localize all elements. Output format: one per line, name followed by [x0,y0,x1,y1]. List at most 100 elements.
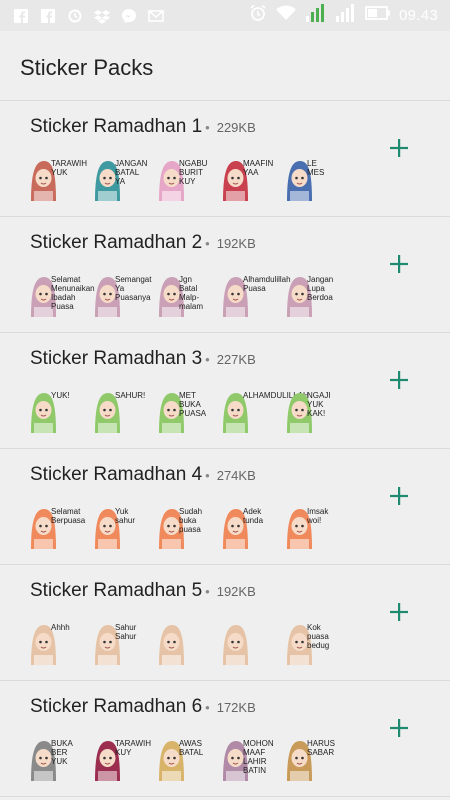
separator-dot: • [205,352,210,367]
plus-icon [390,371,408,389]
pack-size: 172KB [216,700,256,715]
sticker-caption: MET BUKA PUASA [179,391,207,418]
pack-name: Sticker Ramadhan 2 [30,232,203,253]
sticker-thumbnail: Sudah buka puasa [153,501,203,551]
sticker-caption: LE MES [307,159,325,177]
facebook-icon [39,7,57,25]
facebook-icon [12,7,30,25]
sticker-thumbnail: MOHON MAAF LAHIR BATIN [217,733,274,783]
sticker-caption: AWAS BATAL [179,739,204,757]
signal-icon [305,3,327,28]
sticker-caption: Kok puasa bedug [307,623,330,650]
sticker-caption: YUK! [51,391,70,400]
sticker-caption: Alhamdulillah Puasa [243,275,291,293]
sticker-thumbnail: AWAS BATAL [153,733,203,783]
sticker-caption: Sudah buka puasa [179,507,203,534]
sticker-pack-list: Sticker Ramadhan 1 • 229KB TARAWIH YUK JANGA… [0,100,450,797]
sticker-preview-strip: YUK! SAHUR! MET BUKA PUASA ALHAMDULILLAH NGA… [25,385,331,435]
sticker-thumbnail: Sahur Sahur [89,617,139,667]
add-pack-button[interactable] [388,137,410,159]
alarm-icon [249,4,267,27]
signal-icon [335,3,357,28]
pack-name: Sticker Ramadhan 4 [30,464,203,485]
sticker-thumbnail: LE MES [281,153,331,203]
pack-name: Sticker Ramadhan 6 [30,696,203,717]
sticker-preview-strip: Selamat Berpuasa Yuk sahur Sudah buka puas… [25,501,331,551]
separator-dot: • [205,468,210,483]
sticker-thumbnail: NGAJI YUK KAK! [281,385,331,435]
sticker-caption: TARAWIH KUY [115,739,151,757]
sticker-caption: Semangat Ya Puasanya [115,275,152,302]
sticker-thumbnail [217,617,267,667]
plus-icon [390,719,408,737]
sticker-caption: NGABU BURIT KUY [179,159,208,186]
sticker-pack-row[interactable]: Sticker Ramadhan 6 • 172KB BUKA BER YUK TARA… [0,681,450,797]
sticker-caption: Ahhh [51,623,70,632]
sticker-caption: Selamat Menunaikan Ibadah Puasa [51,275,95,311]
sticker-thumbnail: TARAWIH KUY [89,733,151,783]
sticker-caption: Selamat Berpuasa [51,507,86,525]
wifi-icon [275,4,297,27]
sticker-caption: Imsak woi! [307,507,329,525]
sticker-preview-strip: Ahhh Sahur Sahur Kok puasa bedug [25,617,331,667]
pack-size: 192KB [216,584,256,599]
sticker-thumbnail: Imsak woi! [281,501,331,551]
pack-size: 274KB [216,468,256,483]
sticker-caption: HARUS SABAR [307,739,336,757]
messenger-icon [120,7,138,25]
sticker-thumbnail: HARUS SABAR [281,733,336,783]
sticker-thumbnail: NGABU BURIT KUY [153,153,208,203]
status-bar: 09.43 [0,0,450,31]
sticker-thumbnail: Jangan Lupa Berdoa [281,269,333,319]
sticker-caption: Yuk sahur [115,507,136,525]
pack-title: Sticker Ramadhan 1 • 229KB [30,116,256,138]
clock: 09.43 [398,7,438,24]
sticker-caption: Jgn Batal Malp-malam [179,275,204,311]
sticker-caption: MAAFIN YAA [243,159,274,177]
sticker-thumbnail: TARAWIH YUK [25,153,87,203]
sticker-caption: SAHUR! [115,391,146,400]
sticker-pack-row[interactable]: Sticker Ramadhan 4 • 274KB Selamat Berpuasa… [0,449,450,565]
sticker-thumbnail: Alhamdulillah Puasa [217,269,291,319]
dropbox-icon [93,7,111,25]
plus-icon [390,487,408,505]
separator-dot: • [205,700,210,715]
sticker-preview-strip: BUKA BER YUK TARAWIH KUY AWAS BATAL MOHON M… [25,733,336,783]
add-pack-button[interactable] [388,369,410,391]
sticker-pack-row[interactable]: Sticker Ramadhan 5 • 192KB Ahhh Sahur Sahur K… [0,565,450,681]
battery-icon [365,5,391,26]
separator-dot: • [205,236,210,251]
sticker-thumbnail: SAHUR! [89,385,146,435]
pack-title: Sticker Ramadhan 6 • 172KB [30,696,256,718]
sticker-thumbnail [153,617,203,667]
pack-name: Sticker Ramadhan 3 [30,348,203,369]
sticker-caption: TARAWIH YUK [51,159,87,177]
separator-dot: • [205,584,210,599]
sticker-thumbnail: MET BUKA PUASA [153,385,207,435]
pack-title: Sticker Ramadhan 5 • 192KB [30,580,256,602]
add-pack-button[interactable] [388,485,410,507]
add-pack-button[interactable] [388,253,410,275]
sticker-preview-strip: Selamat Menunaikan Ibadah Puasa Semangat … [25,269,333,319]
sticker-caption: Sahur Sahur [115,623,137,641]
sticker-thumbnail: BUKA BER YUK [25,733,75,783]
sticker-pack-row[interactable]: Sticker Ramadhan 1 • 229KB TARAWIH YUK JANGA… [0,100,450,217]
pack-size: 227KB [216,352,256,367]
sticker-pack-row[interactable]: Sticker Ramadhan 3 • 227KB YUK! SAHUR! MET BU… [0,333,450,449]
sticker-thumbnail: Selamat Berpuasa [25,501,86,551]
sticker-caption: Adek tunda [243,507,264,525]
sticker-caption: JANGAN BATAL YA [115,159,148,186]
sticker-thumbnail: Jgn Batal Malp-malam [153,269,203,319]
page-title: Sticker Packs [20,55,154,80]
pack-title: Sticker Ramadhan 2 • 192KB [30,232,256,254]
add-pack-button[interactable] [388,717,410,739]
sticker-caption: MOHON MAAF LAHIR BATIN [243,739,274,775]
pack-name: Sticker Ramadhan 5 [30,580,203,601]
add-pack-button[interactable] [388,601,410,623]
sticker-thumbnail: Kok puasa bedug [281,617,331,667]
sticker-pack-row[interactable]: Sticker Ramadhan 2 • 192KB Selamat Menunaik… [0,217,450,333]
sticker-caption: ALHAMDULILLAH [243,391,309,400]
pack-size: 192KB [216,236,256,251]
pack-size: 229KB [216,120,256,135]
sticker-thumbnail: Selamat Menunaikan Ibadah Puasa [25,269,95,319]
